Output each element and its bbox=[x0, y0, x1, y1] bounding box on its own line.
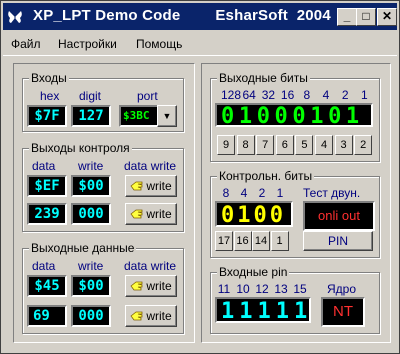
control-bit-weight-3: 1 bbox=[276, 186, 284, 200]
write-hand-icon bbox=[130, 209, 143, 219]
core-display: NT bbox=[321, 297, 365, 327]
port-select[interactable]: $3BC bbox=[119, 105, 159, 127]
data-hex-display: $45 bbox=[27, 275, 67, 297]
data-outputs-title: Выходные данные bbox=[29, 241, 137, 255]
menu-bar: Файл Настройки Помощь bbox=[3, 33, 397, 56]
output-bit-weight-1: 64 bbox=[242, 88, 256, 102]
inputs-title: Входы bbox=[29, 71, 69, 85]
digit-display: 127 bbox=[71, 105, 111, 127]
output-bits-group: Выходные биты 128 64 32 16 8 4 2 1 01000101 987… bbox=[210, 71, 380, 162]
data-dec-value: 69 bbox=[33, 308, 50, 324]
output-bit-weight-3: 16 bbox=[280, 88, 295, 102]
bidirectional-test-label: Тест двун. bbox=[303, 186, 361, 200]
menu-settings[interactable]: Настройки bbox=[58, 37, 117, 51]
data-data-write-label: data write bbox=[124, 259, 177, 273]
control-bit-weight-2: 2 bbox=[258, 186, 266, 200]
output-bits-display: 01000101 bbox=[215, 103, 373, 127]
minimize-button[interactable]: _ bbox=[337, 8, 357, 26]
control-write-hex-display: $00 bbox=[71, 175, 111, 197]
data-dec-display: 69 bbox=[27, 305, 67, 327]
data-outputs-group: Выходные данные data write data write $4… bbox=[22, 241, 184, 334]
output-bit-weight-4: 8 bbox=[303, 88, 311, 102]
control-bit-weight-1: 4 bbox=[240, 186, 248, 200]
control-bit-button-3[interactable]: 1 bbox=[270, 231, 289, 251]
output-bit-weight-6: 2 bbox=[341, 88, 349, 102]
hex-label: hex bbox=[40, 89, 60, 103]
control-data-write-label: data write bbox=[124, 159, 177, 173]
control-bits-group: Контрольн. биты 8421 Тест двун. 0100 onl… bbox=[210, 169, 380, 258]
output-bit-weight-7: 1 bbox=[361, 88, 368, 102]
control-bit-button-2[interactable]: 14 bbox=[252, 231, 270, 251]
right-panel: Выходные биты 128 64 32 16 8 4 2 1 01000101 987… bbox=[201, 63, 391, 343]
input-pins-display: 11111 bbox=[215, 297, 311, 323]
write-hand-icon bbox=[130, 281, 143, 291]
output-bit-button-5[interactable]: 4 bbox=[315, 135, 333, 155]
pin-button[interactable]: PIN bbox=[303, 231, 373, 251]
input-pin-label-1: 10 bbox=[236, 282, 250, 296]
input-pin-label-2: 12 bbox=[255, 282, 269, 296]
maximize-button[interactable]: □ bbox=[356, 8, 376, 26]
port-label: port bbox=[137, 89, 158, 103]
title-bar[interactable]: XP_LPT Demo Code EsharSoft 2004 _ □ ✕ bbox=[3, 3, 397, 30]
input-pin-label-3: 13 bbox=[274, 282, 288, 296]
output-bit-weight-2: 32 bbox=[261, 88, 276, 102]
control-outputs-group: Выходы контроля data write data write $E… bbox=[22, 141, 184, 232]
data-write-hex-label: write bbox=[146, 279, 172, 293]
menu-help[interactable]: Помощь bbox=[136, 37, 182, 51]
write-hand-icon bbox=[130, 311, 143, 321]
butterfly-icon bbox=[8, 11, 22, 23]
data-data-label: data bbox=[32, 259, 56, 273]
control-write-hex-button[interactable]: write bbox=[125, 175, 177, 197]
control-bits-display: 0100 bbox=[215, 201, 293, 227]
bidirectional-status-display: onli out bbox=[303, 201, 375, 231]
control-data-label: data bbox=[32, 159, 56, 173]
data-write-dec-button[interactable]: write bbox=[125, 305, 177, 327]
core-label: Ядро bbox=[327, 282, 357, 296]
input-pin-label-0: 11 bbox=[217, 282, 231, 296]
output-bit-weight-5: 4 bbox=[322, 88, 330, 102]
left-panel: Входы hex digit port $7F 127 $3BC ▼ Выхо… bbox=[13, 63, 195, 343]
control-write-dec-display: 000 bbox=[71, 203, 111, 225]
control-bit-button-1[interactable]: 16 bbox=[233, 231, 252, 251]
data-write-label: write bbox=[78, 259, 104, 273]
control-bit-weight-0: 8 bbox=[222, 186, 230, 200]
control-data-hex-display: $EF bbox=[27, 175, 67, 197]
control-outputs-title: Выходы контроля bbox=[29, 141, 132, 155]
output-bit-button-6[interactable]: 3 bbox=[334, 135, 353, 155]
output-bit-weight-0: 128 bbox=[221, 88, 242, 102]
input-pins-title: Входные pin bbox=[217, 265, 290, 279]
input-pin-label-4: 15 bbox=[293, 282, 307, 296]
close-button[interactable]: ✕ bbox=[377, 8, 397, 26]
control-write-dec-button[interactable]: write bbox=[125, 203, 177, 225]
output-bit-button-1[interactable]: 8 bbox=[236, 135, 255, 155]
output-bits-title: Выходные биты bbox=[217, 71, 310, 85]
app-window: XP_LPT Demo Code EsharSoft 2004 _ □ ✕ Фа… bbox=[0, 0, 400, 354]
data-write-dec-display: 000 bbox=[71, 305, 111, 327]
output-bit-button-2[interactable]: 7 bbox=[256, 135, 275, 155]
control-write-label: write bbox=[78, 159, 104, 173]
port-dropdown-button[interactable]: ▼ bbox=[157, 105, 177, 127]
write-hand-icon bbox=[130, 181, 143, 191]
data-write-dec-label: write bbox=[146, 309, 172, 323]
control-data-dec-display: 239 bbox=[27, 203, 67, 225]
control-bit-button-0[interactable]: 17 bbox=[215, 231, 233, 251]
data-write-hex-display: $00 bbox=[71, 275, 111, 297]
control-write-dec-label: write bbox=[146, 207, 172, 221]
menu-file[interactable]: Файл bbox=[11, 37, 41, 51]
digit-label: digit bbox=[79, 89, 102, 103]
window-title: XP_LPT Demo Code EsharSoft 2004 bbox=[33, 7, 331, 24]
inputs-group: Входы hex digit port $7F 127 $3BC ▼ bbox=[22, 71, 184, 132]
output-bit-button-7[interactable]: 2 bbox=[354, 135, 373, 155]
hex-display: $7F bbox=[27, 105, 67, 127]
output-bit-button-3[interactable]: 6 bbox=[275, 135, 294, 155]
output-bit-button-0[interactable]: 9 bbox=[217, 135, 235, 155]
data-write-hex-button[interactable]: write bbox=[125, 275, 177, 297]
control-bits-title: Контрольн. биты bbox=[217, 169, 315, 183]
input-pins-group: Входные pin 11 10 12 13 15 Ядро 11111 NT bbox=[210, 265, 380, 334]
output-bit-button-4[interactable]: 5 bbox=[295, 135, 314, 155]
control-write-hex-label: write bbox=[146, 179, 172, 193]
